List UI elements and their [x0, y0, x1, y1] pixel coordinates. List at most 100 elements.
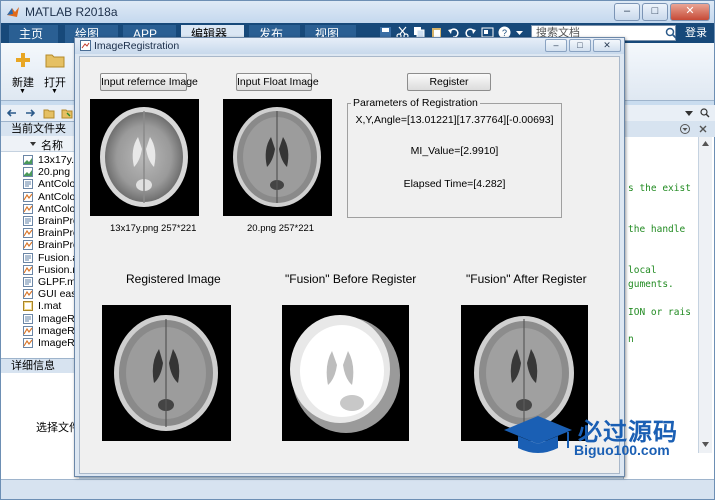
figure-file-icon	[23, 240, 33, 251]
brain-mri-reference	[100, 107, 188, 207]
image-file-icon	[23, 167, 33, 178]
file-name: 13x17y.p	[38, 154, 79, 166]
code-line: n	[628, 334, 634, 345]
file-browser: 名称 13x17y.p 20.png AntColor AntColor AntColo…	[1, 136, 79, 358]
file-list-item[interactable]: Fusion.as	[1, 251, 79, 264]
watermark: 必过源码 Biguo100.com	[498, 408, 698, 468]
file-name: AntColor	[38, 190, 79, 203]
open-button[interactable]: 打开 ▼	[39, 47, 71, 99]
code-line: local	[628, 265, 657, 276]
chevron-down-icon[interactable]	[684, 108, 694, 118]
file-list-item[interactable]: GLPF.m	[1, 276, 78, 288]
reference-image	[90, 99, 199, 216]
file-list-item[interactable]: AntColor	[1, 203, 78, 215]
file-list-item[interactable]: 13x17y.p	[1, 154, 79, 166]
file-list-item[interactable]: GUI easy	[1, 288, 79, 301]
code-line: ION or rais	[628, 307, 691, 318]
maximize-button[interactable]: □	[642, 3, 668, 21]
code-line: guments.	[628, 279, 674, 290]
address-bar	[1, 105, 79, 121]
file-name: Fusion.as	[38, 251, 79, 264]
file-name: GUI easy	[38, 288, 79, 301]
figure-close-button[interactable]: ✕	[593, 39, 621, 52]
file-name: ImageRe	[38, 312, 79, 325]
m-file-icon	[23, 252, 33, 263]
minimize-button[interactable]: –	[614, 3, 640, 21]
editor-scrollbar[interactable]	[698, 137, 712, 453]
file-list-item[interactable]: Fusion.m	[1, 263, 79, 276]
file-list-item[interactable]: BrainPro	[1, 215, 79, 227]
search-icon[interactable]	[665, 27, 677, 39]
file-name: GLPF.m	[38, 276, 76, 288]
status-bar	[1, 479, 714, 499]
file-name: 20.png	[38, 166, 71, 179]
code-line: the handle	[628, 224, 686, 235]
details-header: 详细信息	[1, 358, 79, 373]
title-bar: MATLAB R2018a – □ ✕	[1, 1, 714, 23]
m-file-icon	[23, 313, 33, 324]
file-list-item[interactable]: I.mat	[1, 300, 78, 312]
forward-arrow-icon[interactable]	[25, 108, 35, 118]
sort-arrow-icon	[30, 142, 36, 146]
new-button[interactable]: 新建 ▼	[7, 47, 39, 99]
file-name: ImageRe	[38, 324, 79, 337]
tab-home[interactable]: 主页	[9, 25, 59, 43]
brain-mri-fusion-before	[290, 315, 400, 433]
m-file-icon	[23, 216, 33, 226]
column-name-label: 名称	[41, 140, 63, 152]
scroll-up-icon[interactable]	[701, 139, 710, 148]
scroll-down-icon[interactable]	[701, 440, 710, 449]
editor-address-bar	[624, 105, 715, 121]
figure-file-icon	[23, 203, 33, 214]
image-file-icon	[23, 155, 33, 165]
figure-maximize-button[interactable]: □	[569, 39, 591, 52]
parameters-panel: Parameters of Registration X,Y,Angle=[13…	[347, 97, 562, 218]
fusion-after-heading: "Fusion" After Register	[466, 272, 587, 286]
watermark-url: Biguo100.com	[574, 442, 670, 458]
fusion-before-image	[282, 305, 409, 441]
app-title: MATLAB R2018a	[25, 5, 118, 19]
chevron-down-icon[interactable]	[680, 124, 690, 134]
details-panel: 选择文件以	[1, 373, 91, 479]
close-button[interactable]: ✕	[670, 3, 710, 21]
file-list-item[interactable]: AntColor	[1, 190, 79, 203]
input-float-image-button[interactable]: Input Float Image	[236, 73, 319, 91]
file-list-item[interactable]: 20.png	[1, 166, 78, 179]
registered-image-heading: Registered Image	[126, 272, 221, 286]
registered-image	[102, 305, 231, 441]
mat-file-icon	[23, 301, 33, 312]
float-image-caption: 20.png 257*221	[247, 223, 315, 234]
figure-title-bar: ImageRegistration – □ ✕	[75, 38, 624, 54]
editor-header	[624, 121, 715, 137]
file-column-header[interactable]: 名称	[1, 136, 78, 152]
matlab-logo-icon	[7, 7, 19, 17]
register-button[interactable]: Register	[407, 73, 491, 91]
file-list-item[interactable]: AntColor	[1, 178, 78, 190]
back-arrow-icon[interactable]	[7, 108, 17, 118]
folder-up-icon[interactable]	[43, 107, 55, 119]
xy-angle-value: X,Y,Angle=[13.01221][17.37764][-0.00693]	[355, 114, 554, 126]
file-list-item[interactable]: BrainPro	[1, 239, 78, 251]
fusion-before-heading: "Fusion" Before Register	[285, 272, 417, 286]
browse-folder-icon[interactable]	[61, 107, 73, 119]
graduation-cap-icon	[504, 416, 572, 453]
figure-minimize-button[interactable]: –	[545, 39, 567, 52]
figure-file-icon	[23, 228, 33, 239]
file-list-item[interactable]: ImageRe	[1, 337, 79, 349]
close-icon[interactable]	[698, 124, 708, 134]
input-reference-image-button[interactable]: Input refernce Image	[100, 73, 198, 91]
figure-file-icon	[23, 338, 33, 348]
search-icon[interactable]	[700, 108, 710, 118]
file-list-item[interactable]: ImageRe	[1, 324, 79, 337]
chevron-down-icon: ▼	[19, 88, 26, 95]
file-name: Fusion.m	[38, 263, 79, 276]
file-name: ImageRe	[38, 337, 79, 349]
figure-file-icon	[23, 264, 33, 275]
file-list-item[interactable]: ImageRe	[1, 312, 79, 325]
folder-icon	[45, 54, 65, 68]
parameters-legend: Parameters of Registration	[351, 97, 480, 109]
figure-file-icon	[23, 325, 33, 336]
file-list-item[interactable]: BrainPro	[1, 227, 78, 239]
file-name: BrainPro	[38, 215, 79, 227]
login-link[interactable]: 登录	[685, 25, 707, 41]
